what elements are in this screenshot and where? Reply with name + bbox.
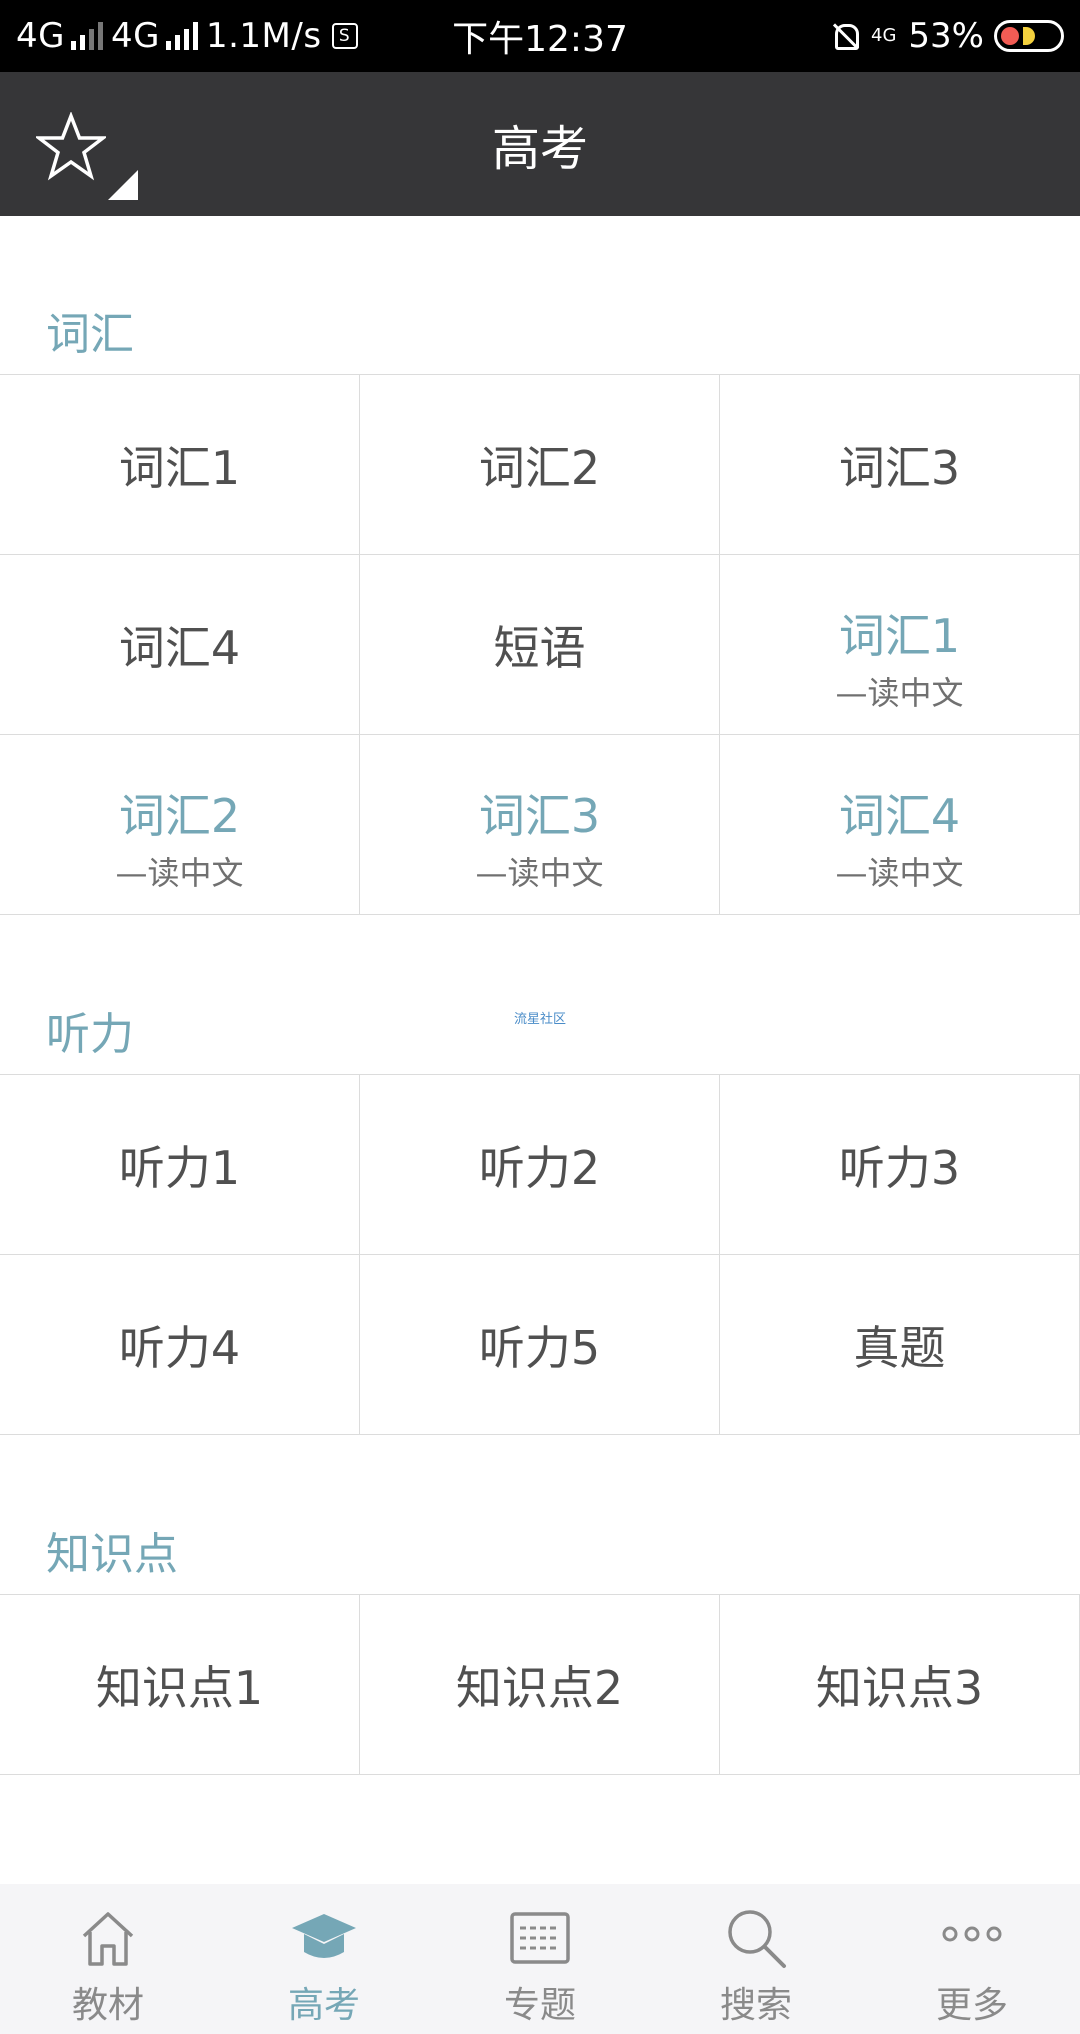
grid-row: 知识点1 知识点2 知识点3	[0, 1595, 1080, 1775]
topics-icon	[510, 1912, 570, 1964]
tab-label: 专题	[503, 1985, 576, 2026]
grid-item[interactable]: 听力1	[0, 1075, 360, 1255]
grid-item[interactable]: 听力2	[360, 1075, 720, 1255]
tab-gaokao[interactable]: 高考	[216, 1884, 432, 2034]
grid-item[interactable]: 知识点2	[360, 1595, 720, 1775]
battery-percent: 53%	[908, 16, 984, 56]
grid-row: 听力1 听力2 听力3	[0, 1075, 1080, 1255]
grid-item[interactable]: 词汇1 —读中文	[720, 555, 1080, 735]
grid-item-label: 词汇1	[838, 609, 961, 663]
home-icon	[82, 1912, 134, 1966]
grid-item-label: 词汇3	[478, 789, 601, 843]
grid-row: 听力4 听力5 真题	[0, 1255, 1080, 1435]
grid-item-label: 词汇4	[118, 621, 241, 675]
grid-item-label: 知识点3	[815, 1661, 984, 1715]
grid-item[interactable]: 词汇1	[0, 375, 360, 555]
tab-label: 教材	[71, 1985, 144, 2026]
tab-label: 高考	[287, 1985, 360, 2026]
tab-topics[interactable]: 专题	[432, 1884, 648, 2034]
tab-label: 搜索	[719, 1985, 792, 2026]
grid-item-label: 词汇1	[118, 441, 241, 495]
mute-bell-icon	[831, 21, 860, 51]
status-right: 4G 53%	[831, 0, 1064, 72]
grid-row: 词汇1 词汇2 词汇3	[0, 375, 1080, 555]
section-title-knowledge: 知识点	[46, 1529, 178, 1580]
tab-label: 更多	[935, 1985, 1008, 2026]
graduation-cap-icon	[292, 1914, 356, 1958]
grid-row: 词汇2 —读中文 词汇3 —读中文 词汇4 —读中文	[0, 735, 1080, 915]
page-title: 高考	[491, 121, 588, 177]
grid-item-label: 听力5	[478, 1321, 601, 1375]
grid-item[interactable]: 知识点3	[720, 1595, 1080, 1775]
tab-more[interactable]: 更多	[864, 1884, 1080, 2034]
grid-item-sublabel: —读中文	[835, 674, 964, 712]
bottom-nav: 教材 高考 专题 搜索 更多	[0, 1884, 1080, 2034]
grid-item-label: 真题	[853, 1321, 946, 1375]
grid-item-label: 知识点2	[455, 1661, 624, 1715]
grid-item[interactable]: 真题	[720, 1255, 1080, 1435]
lte-icon: 4G	[871, 25, 897, 46]
grid-item-label: 听力3	[838, 1141, 961, 1195]
grid-item[interactable]: 词汇3	[720, 375, 1080, 555]
grid-item-label: 词汇2	[478, 441, 601, 495]
grid-item-label: 短语	[493, 621, 586, 675]
grid-item-sublabel: —读中文	[115, 854, 244, 892]
grid-item-sublabel: —读中文	[835, 854, 964, 892]
grid-item[interactable]: 词汇2	[360, 375, 720, 555]
grid-item-label: 听力1	[118, 1141, 241, 1195]
grid-row: 词汇4 短语 词汇1 —读中文	[0, 555, 1080, 735]
grid-item[interactable]: 词汇3 —读中文	[360, 735, 720, 915]
grid-item-label: 词汇2	[118, 789, 241, 843]
grid-item[interactable]: 短语	[360, 555, 720, 735]
grid-item[interactable]: 知识点1	[0, 1595, 360, 1775]
tab-search[interactable]: 搜索	[648, 1884, 864, 2034]
grid-item[interactable]: 词汇4 —读中文	[720, 735, 1080, 915]
section-title-listening: 听力	[46, 1009, 134, 1060]
grid-item-label: 词汇3	[838, 441, 961, 495]
listening-grid: 听力1 听力2 听力3 听力4 听力5 真题	[0, 1074, 1080, 1435]
status-bar: 4G 4G 1.1M/s S 下午12:37 4G 53%	[0, 0, 1080, 72]
grid-item[interactable]: 词汇2 —读中文	[0, 735, 360, 915]
knowledge-grid: 知识点1 知识点2 知识点3	[0, 1594, 1080, 1775]
grid-item[interactable]: 词汇4	[0, 555, 360, 735]
vocab-grid: 词汇1 词汇2 词汇3 词汇4 短语 词汇1 —读中文 词汇2 —读中文 词汇3 —读…	[0, 374, 1080, 915]
grid-item[interactable]: 听力4	[0, 1255, 360, 1435]
grid-item[interactable]: 听力3	[720, 1075, 1080, 1255]
grid-item-sublabel: —读中文	[475, 854, 604, 892]
watermark-text: 流星社区	[514, 1012, 567, 1027]
grid-item-label: 知识点1	[95, 1661, 264, 1715]
more-icon	[942, 1926, 1002, 1942]
grid-item-label: 听力2	[478, 1141, 601, 1195]
section-title-vocab: 词汇	[46, 309, 134, 360]
tab-textbook[interactable]: 教材	[0, 1884, 216, 2034]
search-icon	[728, 1910, 786, 1968]
grid-item-label: 听力4	[118, 1321, 241, 1375]
grid-item-label: 词汇4	[838, 789, 961, 843]
app-header: 高考	[0, 72, 1080, 216]
grid-item[interactable]: 听力5	[360, 1255, 720, 1435]
battery-icon	[994, 20, 1064, 52]
